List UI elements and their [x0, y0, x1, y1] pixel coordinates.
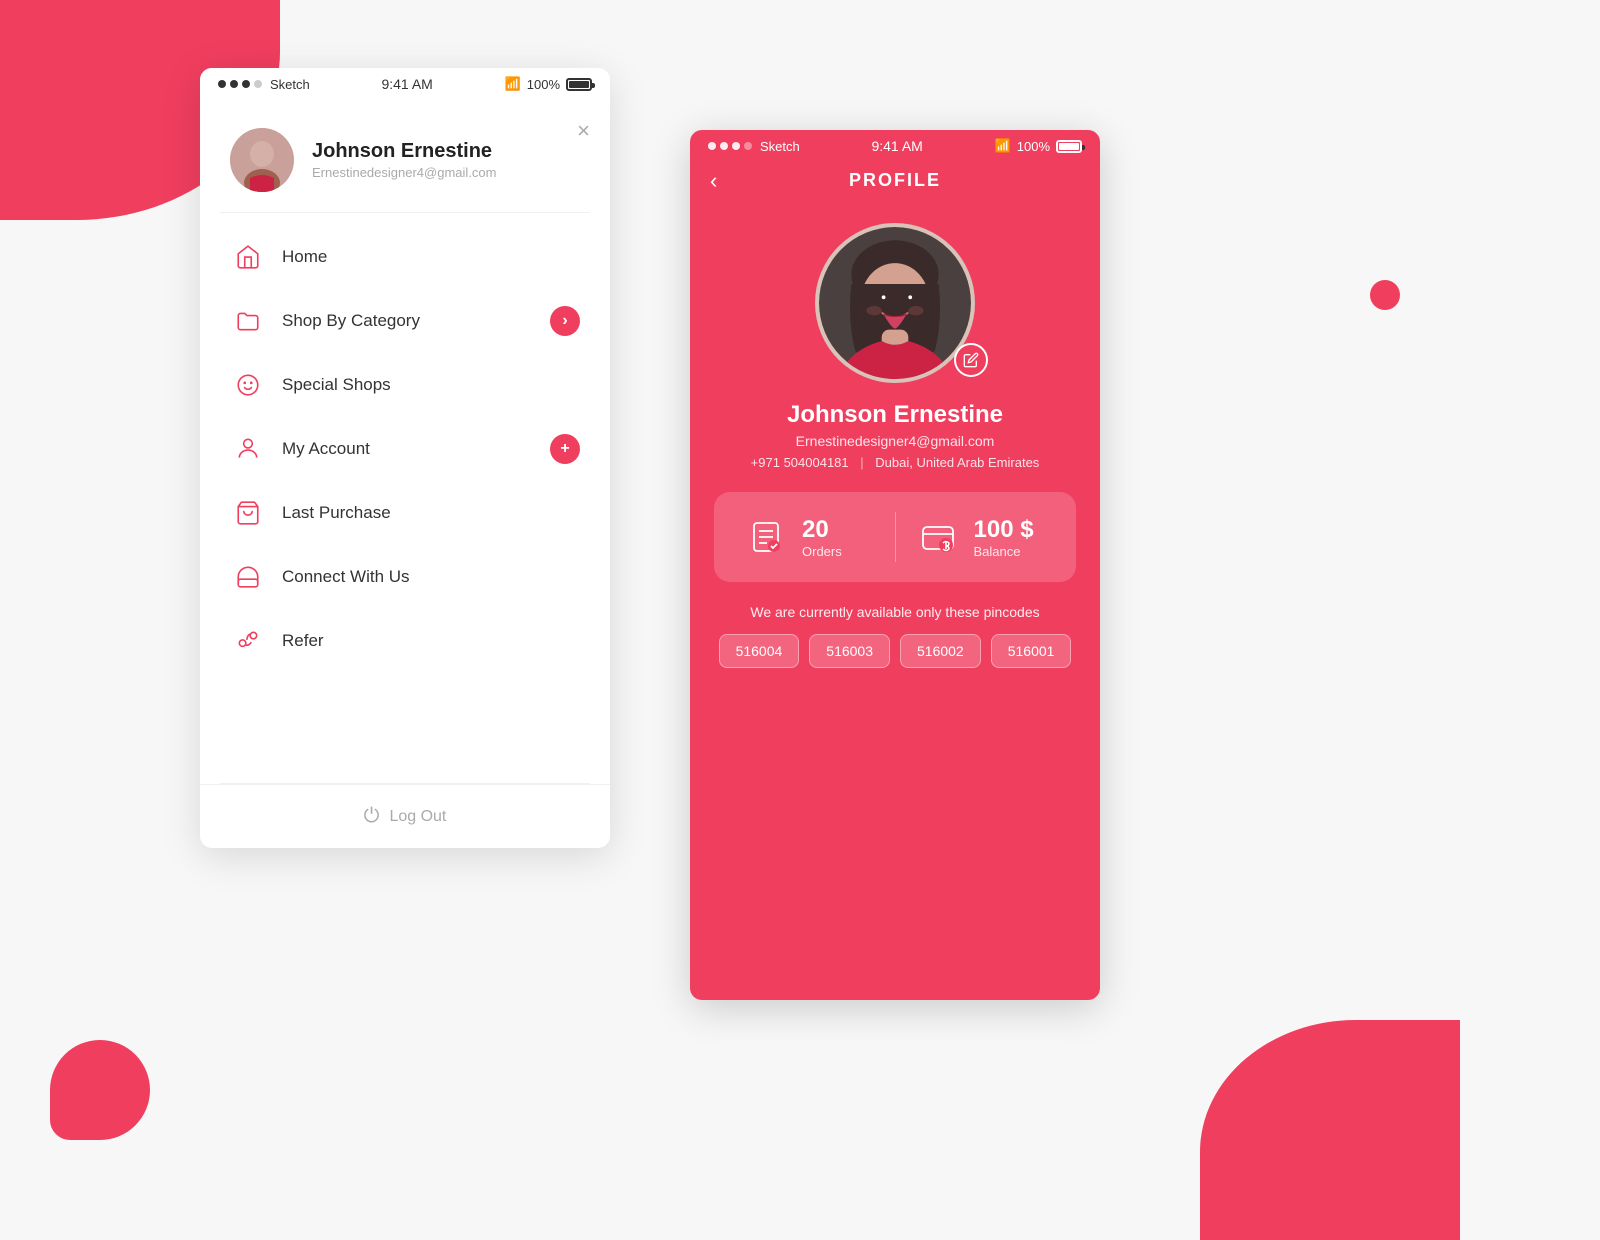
sidebar-item-connect-with-us[interactable]: Connect With Us [200, 545, 610, 609]
logout-icon: ⏻ [364, 805, 380, 828]
user-info: Johnson Ernestine Ernestinedesigner4@gma… [312, 140, 496, 180]
sidebar-label-refer: Refer [282, 631, 580, 651]
profile-avatar-wrap [690, 223, 1100, 383]
user-avatar-small [230, 128, 294, 192]
profile-avatar [815, 223, 975, 383]
left-phone: Sketch 9:41 AM 📶 100% × Johnson Ernestin… [200, 68, 610, 848]
signal-dot-3 [242, 80, 250, 88]
profile-city: Dubai, United Arab Emirates [875, 455, 1039, 470]
blob-bottom-right [1200, 1020, 1460, 1240]
balance-amount: 100 $ [974, 516, 1034, 544]
logout-label: Log Out [389, 808, 446, 826]
battery-icon-right [1056, 140, 1082, 153]
folder-icon [230, 303, 266, 339]
stats-card: 20 Orders 100 $ Balance [714, 492, 1076, 582]
pincodes-list: 516004 516003 516002 516001 [714, 634, 1076, 668]
sidebar-item-refer[interactable]: Refer [200, 609, 610, 673]
status-time-right: 9:41 AM [871, 138, 922, 154]
signal-dot-4 [254, 80, 262, 88]
close-button[interactable]: × [577, 118, 590, 144]
sidebar-label-shop-by-category: Shop By Category [282, 311, 550, 331]
blob-right-mid [1370, 280, 1400, 310]
headset-icon [230, 559, 266, 595]
signal-dot-2 [230, 80, 238, 88]
app-name-right: Sketch [760, 139, 800, 154]
signal-dot-1 [218, 80, 226, 88]
sidebar-label-connect-with-us: Connect With Us [282, 567, 580, 587]
orders-count: 20 [802, 516, 842, 544]
balance-info: 100 $ Balance [974, 516, 1034, 559]
profile-phone: +971 504004181 [751, 455, 849, 470]
orders-stat: 20 Orders [744, 515, 875, 559]
user-profile-section: Johnson Ernestine Ernestinedesigner4@gma… [200, 98, 610, 212]
pincodes-section: We are currently available only these pi… [714, 604, 1076, 668]
back-button[interactable]: ‹ [710, 168, 717, 194]
status-dots-right: Sketch [708, 139, 800, 154]
profile-name: Johnson Ernestine [690, 401, 1100, 429]
account-badge: + [550, 434, 580, 464]
sidebar-label-special-shops: Special Shops [282, 375, 580, 395]
battery-percent-left: 100% [527, 77, 560, 92]
balance-stat: 100 $ Balance [916, 515, 1047, 559]
signal-dot-r2 [720, 142, 728, 150]
refer-icon [230, 623, 266, 659]
wifi-icon-right: 📶 [995, 138, 1011, 154]
battery-percent-right: 100% [1017, 139, 1050, 154]
blob-bottom-left [50, 1040, 150, 1140]
sidebar-label-my-account: My Account [282, 439, 550, 459]
status-time-left: 9:41 AM [381, 76, 432, 92]
profile-location: +971 504004181 | Dubai, United Arab Emir… [690, 455, 1100, 470]
profile-header: ‹ PROFILE [690, 160, 1100, 207]
balance-label: Balance [974, 544, 1034, 559]
account-icon [230, 431, 266, 467]
orders-info: 20 Orders [802, 516, 842, 559]
profile-email: Ernestinedesigner4@gmail.com [690, 433, 1100, 449]
right-phone: Sketch 9:41 AM 📶 100% ‹ PROFILE [690, 130, 1100, 1000]
sidebar-item-my-account[interactable]: My Account + [200, 417, 610, 481]
shop-category-badge: › [550, 306, 580, 336]
pincode-1[interactable]: 516004 [719, 634, 800, 668]
pincodes-title: We are currently available only these pi… [714, 604, 1076, 620]
basket-icon [230, 495, 266, 531]
profile-divider: | [860, 455, 863, 470]
orders-label: Orders [802, 544, 842, 559]
status-dots: Sketch [218, 77, 310, 92]
signal-dot-r4 [744, 142, 752, 150]
edit-avatar-button[interactable] [954, 343, 988, 377]
stat-divider [895, 512, 896, 562]
pincode-4[interactable]: 516001 [991, 634, 1072, 668]
sidebar-label-home: Home [282, 247, 580, 267]
user-name-left: Johnson Ernestine [312, 140, 496, 163]
status-right-right: 📶 100% [995, 138, 1082, 154]
wifi-icon-left: 📶 [505, 76, 521, 92]
status-right-left: 📶 100% [505, 76, 592, 92]
balance-icon [916, 515, 960, 559]
sidebar-label-last-purchase: Last Purchase [282, 503, 580, 523]
smiley-icon [230, 367, 266, 403]
signal-dot-r1 [708, 142, 716, 150]
right-status-bar: Sketch 9:41 AM 📶 100% [690, 130, 1100, 160]
user-email-left: Ernestinedesigner4@gmail.com [312, 165, 496, 180]
home-icon [230, 239, 266, 275]
sidebar-item-shop-by-category[interactable]: Shop By Category › [200, 289, 610, 353]
sidebar-item-special-shops[interactable]: Special Shops [200, 353, 610, 417]
orders-icon [744, 515, 788, 559]
app-name-left: Sketch [270, 77, 310, 92]
logout-section[interactable]: ⏻ Log Out [200, 784, 610, 848]
pincode-2[interactable]: 516003 [809, 634, 890, 668]
profile-title: PROFILE [849, 170, 941, 191]
sidebar-item-last-purchase[interactable]: Last Purchase [200, 481, 610, 545]
menu-list: Home Shop By Category › Special Shops My… [200, 213, 610, 685]
left-status-bar: Sketch 9:41 AM 📶 100% [200, 68, 610, 98]
pincode-3[interactable]: 516002 [900, 634, 981, 668]
signal-dot-r3 [732, 142, 740, 150]
sidebar-item-home[interactable]: Home [200, 225, 610, 289]
battery-icon-left [566, 78, 592, 91]
